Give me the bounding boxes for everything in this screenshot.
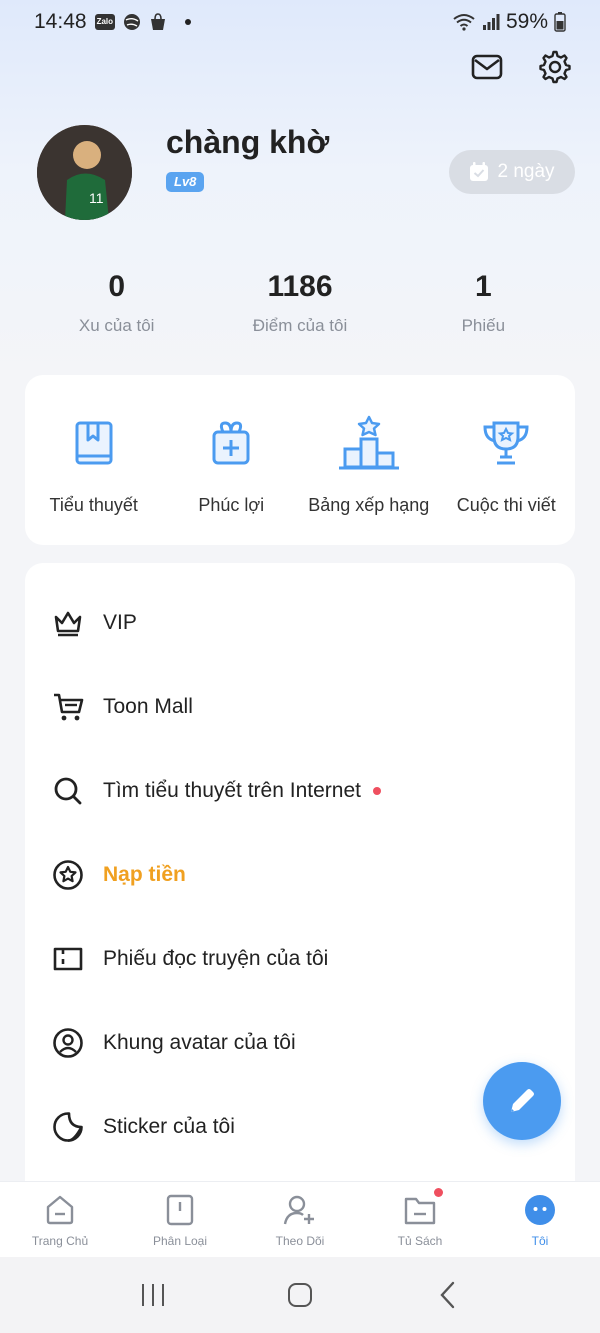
avatar-frame-icon <box>51 1026 85 1060</box>
nav-following[interactable]: Theo Dõi <box>240 1182 360 1257</box>
quick-link-writing-contest[interactable]: Cuộc thi viết <box>438 415 576 545</box>
checkin-label: 2 ngày <box>497 161 555 182</box>
battery-icon <box>554 12 566 32</box>
back-chevron-icon <box>440 1281 454 1309</box>
quick-link-label: Tiểu thuyết <box>49 495 138 515</box>
nav-categories[interactable]: Phân Loại <box>120 1182 240 1257</box>
menu-item-label: Nạp tiền <box>103 863 186 886</box>
stat-label: Xu của tôi <box>78 316 155 335</box>
stat-label: Điểm của tôi <box>252 316 348 335</box>
me-icon <box>523 1192 557 1228</box>
stat-coins[interactable]: 0 Xu của tôi <box>25 270 208 336</box>
menu-item-search-novels[interactable]: Tìm tiểu thuyết trên Internet <box>25 761 575 821</box>
bookshelf-icon <box>403 1188 443 1228</box>
more-notifications-icon <box>185 19 192 25</box>
avatar-image: 11 <box>37 125 132 220</box>
home-icon <box>44 1192 76 1228</box>
quick-link-welfare[interactable]: Phúc lợi <box>163 415 301 545</box>
menu-item-label: Tìm tiểu thuyết trên Internet <box>103 779 361 802</box>
gear-icon <box>539 50 571 84</box>
quick-link-novels[interactable]: Tiểu thuyết <box>25 415 163 545</box>
menu-item-top-up[interactable]: Nạp tiền <box>25 845 575 905</box>
menu-item-label: Phiếu đọc truyện của tôi <box>103 947 329 970</box>
header-actions <box>468 48 574 86</box>
nav-label: Theo Dõi <box>275 1234 325 1248</box>
system-nav-bar <box>0 1257 600 1333</box>
stat-label: Phiếu <box>461 316 506 335</box>
bookshelf-badge <box>434 1188 443 1197</box>
quick-links-card: Tiểu thuyết Phúc lợi Bảng xếp hạng Cuộc … <box>25 375 575 545</box>
recents-button[interactable] <box>123 1270 183 1320</box>
pencil-icon <box>511 1089 534 1112</box>
menu-item-label: Sticker của tôi <box>103 1115 235 1138</box>
follow-icon <box>283 1192 317 1228</box>
cart-icon <box>51 690 85 724</box>
quick-link-label: Phúc lợi <box>198 495 265 515</box>
menu-item-avatar-frames[interactable]: Khung avatar của tôi <box>25 1013 575 1073</box>
stats-row: 0 Xu của tôi 1186 Điểm của tôi 1 Phiếu <box>25 270 575 336</box>
nav-label: Tủ Sách <box>397 1234 443 1248</box>
username: chàng khờ <box>166 124 330 160</box>
avatar[interactable]: 11 <box>37 125 132 220</box>
nav-home[interactable]: Trang Chủ <box>0 1182 120 1257</box>
home-system-button[interactable] <box>270 1270 330 1320</box>
battery-percentage: 59% <box>505 10 548 33</box>
menu-item-label: Khung avatar của tôi <box>103 1031 296 1054</box>
nav-me[interactable]: Tôi <box>480 1182 600 1257</box>
nav-label: Phân Loại <box>152 1234 208 1248</box>
quick-link-label: Cuộc thi viết <box>456 495 556 515</box>
level-badge: Lv8 <box>166 172 205 192</box>
status-bar: 14:48 Zalo 59% <box>0 0 600 44</box>
shopping-bag-icon <box>149 13 167 31</box>
category-icon <box>165 1192 195 1228</box>
new-indicator-dot <box>372 787 381 795</box>
bottom-nav: Trang Chủ Phân Loại Theo Dõi Tủ Sách Tôi <box>0 1181 600 1257</box>
menu-item-label: VIP <box>103 611 137 634</box>
write-fab-button[interactable] <box>483 1062 561 1140</box>
ticket-icon <box>51 942 85 976</box>
recents-icon <box>142 1284 165 1306</box>
search-icon <box>51 774 85 808</box>
status-time: 14:48 <box>34 10 87 33</box>
podium-icon <box>337 415 401 471</box>
zalo-notification-icon: Zalo <box>94 14 116 30</box>
stat-value: 0 <box>108 270 125 303</box>
checkin-button[interactable]: 2 ngày <box>449 150 575 194</box>
home-circle-icon <box>287 1283 312 1307</box>
wifi-icon <box>452 13 476 31</box>
mail-button[interactable] <box>468 48 506 86</box>
signal-icon <box>482 13 500 31</box>
menu-item-label: Toon Mall <box>103 695 193 718</box>
book-icon <box>74 415 114 471</box>
nav-label: Tôi <box>531 1234 549 1248</box>
nav-bookshelf[interactable]: Tủ Sách <box>360 1182 480 1257</box>
trophy-icon <box>481 415 531 471</box>
quick-link-label: Bảng xếp hạng <box>308 495 430 515</box>
stat-value: 1 <box>474 270 492 303</box>
menu-item-toon-mall[interactable]: Toon Mall <box>25 677 575 737</box>
menu-item-vip[interactable]: VIP <box>25 593 575 653</box>
sticker-icon <box>51 1110 85 1144</box>
stat-points[interactable]: 1186 Điểm của tôi <box>208 270 391 336</box>
star-circle-icon <box>51 858 85 892</box>
nav-label: Trang Chủ <box>31 1234 89 1248</box>
back-button[interactable] <box>417 1270 477 1320</box>
gift-icon <box>211 415 251 471</box>
menu-item-reading-tickets[interactable]: Phiếu đọc truyện của tôi <box>25 929 575 989</box>
stat-tickets[interactable]: 1 Phiếu <box>392 270 575 336</box>
calendar-check-icon <box>470 162 489 181</box>
stat-value: 1186 <box>267 270 333 303</box>
quick-link-ranking[interactable]: Bảng xếp hạng <box>300 415 438 545</box>
settings-button[interactable] <box>536 48 574 86</box>
svg-text:11: 11 <box>89 190 104 206</box>
globe-icon <box>123 13 141 31</box>
crown-icon <box>51 606 85 640</box>
mail-icon <box>471 54 503 80</box>
